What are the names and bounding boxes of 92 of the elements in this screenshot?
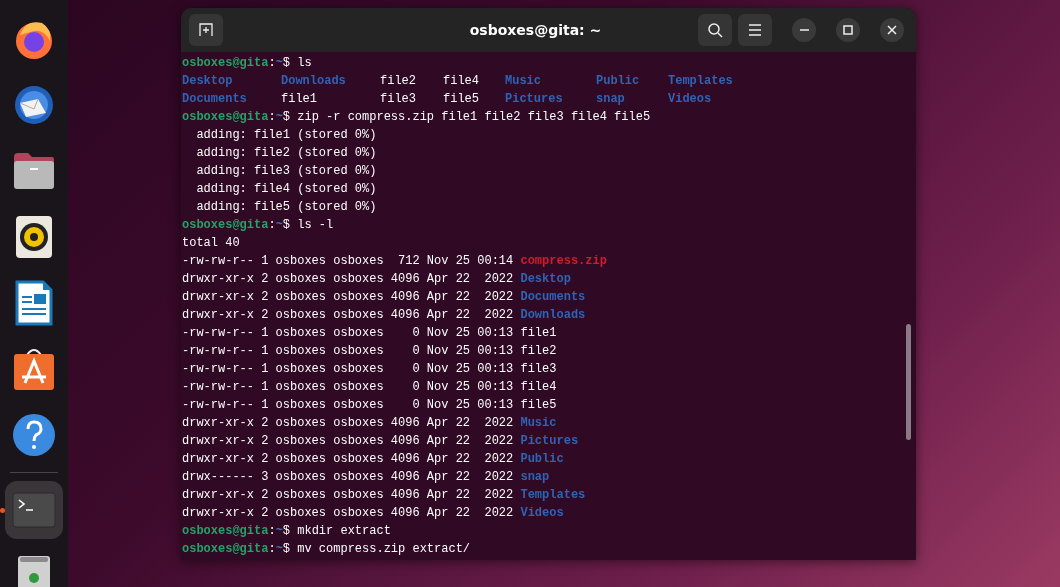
file-details: drwxr-xr-x 2 osboxes osboxes 4096 Apr 22 2022 (182, 487, 515, 504)
mail-bird-icon[interactable] (12, 83, 56, 127)
maximize-button[interactable] (836, 18, 860, 42)
maximize-icon (843, 25, 853, 35)
prompt-separator: : (268, 55, 276, 72)
output-text: adding: file1 (stored 0%) (195, 127, 377, 144)
speaker-icon[interactable] (15, 215, 53, 259)
file-name: file2 (380, 73, 417, 90)
file-details: drwxr-xr-x 2 osboxes osboxes 4096 Apr 22 2022 (182, 433, 515, 450)
file-name: file3 (380, 91, 417, 108)
output-text: adding: file3 (stored 0%) (195, 163, 377, 180)
file-name: Templates (520, 487, 586, 504)
prompt-separator: : (268, 541, 276, 558)
terminal-icon[interactable] (12, 492, 56, 528)
command-text: $ zip -r compress.zip file1 file2 file3 file4 file5 (282, 109, 651, 126)
file-name: file5 (443, 91, 480, 108)
file-details: drwxr-xr-x 2 osboxes osboxes 4096 Apr 22 2022 (182, 289, 515, 306)
file-name: Desktop (520, 271, 571, 288)
file-name: file3 (520, 361, 557, 378)
search-button[interactable] (698, 14, 732, 46)
file-name: Desktop (182, 73, 234, 90)
file-details: -rw-rw-r-- 1 osboxes osboxes 0 Nov 25 00:13 (182, 397, 515, 414)
file-details: drwxr-xr-x 2 osboxes osboxes 4096 Apr 22 2022 (182, 505, 515, 522)
shopping-bag-icon[interactable] (12, 347, 56, 391)
new-tab-icon (199, 23, 213, 37)
minimize-icon (799, 29, 809, 31)
prompt-user: osboxes@gita (182, 541, 269, 558)
file-details: drwxr-xr-x 2 osboxes osboxes 4096 Apr 22 2022 (182, 271, 515, 288)
file-name: Downloads (520, 307, 586, 324)
prompt-path: ~ (275, 217, 283, 234)
menu-icon (748, 24, 762, 36)
prompt-user: osboxes@gita (182, 55, 269, 72)
file-details: -rw-rw-r-- 1 osboxes osboxes 0 Nov 25 00:13 (182, 379, 515, 396)
file-details: -rw-rw-r-- 1 osboxes osboxes 712 Nov 25 00:14 (182, 253, 515, 270)
command-text: $ ls -l (282, 217, 334, 234)
prompt-user: osboxes@gita (182, 109, 269, 126)
output-text: adding: file5 (stored 0%) (195, 199, 377, 216)
trash-icon[interactable] (16, 554, 52, 587)
close-button[interactable] (880, 18, 904, 42)
scrollbar-thumb[interactable] (906, 324, 911, 440)
folder-icon[interactable] (12, 151, 56, 191)
file-details: drwxr-xr-x 2 osboxes osboxes 4096 Apr 22 2022 (182, 307, 515, 324)
file-details: -rw-rw-r-- 1 osboxes osboxes 0 Nov 25 00:13 (182, 343, 515, 360)
file-name: file1 (281, 91, 318, 108)
prompt-path: ~ (275, 109, 283, 126)
file-details: -rw-rw-r-- 1 osboxes osboxes 0 Nov 25 00:13 (182, 361, 515, 378)
close-icon (887, 25, 897, 35)
command-text: $ ls (282, 55, 312, 72)
file-name: file5 (520, 397, 557, 414)
menu-button[interactable] (738, 14, 772, 46)
file-name: file4 (443, 73, 480, 90)
search-icon (707, 22, 723, 38)
command-text: $ mkdir extract (282, 523, 391, 540)
output-text: adding: file4 (stored 0%) (195, 181, 377, 198)
file-name: compress.zip (520, 253, 607, 270)
output-text: total 40 (182, 235, 240, 252)
prompt-path: ~ (275, 523, 283, 540)
file-name: Videos (520, 505, 564, 522)
prompt-path: ~ (275, 541, 283, 558)
minimize-button[interactable] (792, 18, 816, 42)
file-name: snap (520, 469, 550, 486)
file-name: Documents (182, 91, 248, 108)
file-name: Pictures (505, 91, 564, 108)
file-name: Public (520, 451, 564, 468)
file-name: file2 (520, 343, 557, 360)
file-name: Pictures (520, 433, 579, 450)
file-name: snap (596, 91, 626, 108)
prompt-user: osboxes@gita (182, 217, 269, 234)
file-name: Public (596, 73, 641, 90)
file-details: drwxr-xr-x 2 osboxes osboxes 4096 Apr 22 2022 (182, 415, 515, 432)
window-title: osboxes@gita: ~ (468, 22, 603, 38)
command-text: $ mv compress.zip extract/ (282, 541, 471, 558)
file-name: file1 (520, 325, 557, 342)
output-text: adding: file2 (stored 0%) (195, 145, 377, 162)
prompt-user: osboxes@gita (182, 523, 269, 540)
file-name: Music (505, 73, 542, 90)
file-details: drwxr-xr-x 2 osboxes osboxes 4096 Apr 22 2022 (182, 451, 515, 468)
file-name: Templates (668, 73, 734, 90)
prompt-path: ~ (275, 55, 283, 72)
file-name: Videos (668, 91, 713, 108)
new-tab-button[interactable] (189, 14, 223, 46)
file-details: drwx------ 3 osboxes osboxes 4096 Apr 22 2022 (182, 469, 515, 486)
file-name: Downloads (281, 73, 347, 90)
file-name: file4 (520, 379, 557, 396)
prompt-separator: : (268, 217, 276, 234)
help-icon[interactable] (12, 413, 56, 457)
document-icon[interactable] (15, 280, 53, 326)
prompt-separator: : (268, 523, 276, 540)
file-details: -rw-rw-r-- 1 osboxes osboxes 0 Nov 25 00:13 (182, 325, 515, 342)
prompt-separator: : (268, 109, 276, 126)
file-name: Music (520, 415, 557, 432)
file-name: Documents (520, 289, 586, 306)
